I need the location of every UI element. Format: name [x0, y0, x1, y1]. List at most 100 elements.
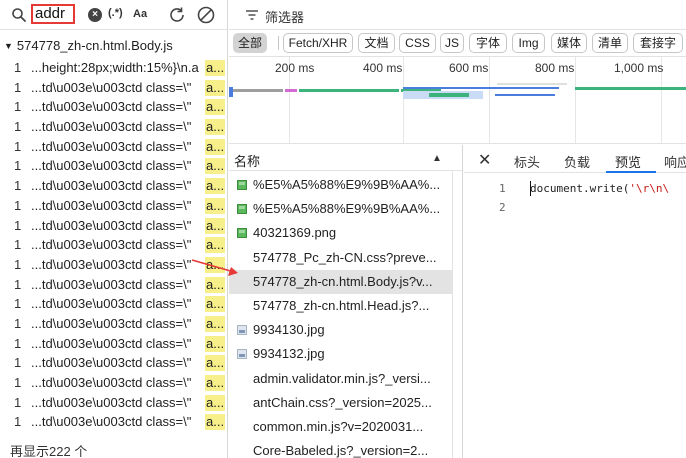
- chip-divider: [278, 36, 279, 50]
- search-result-row[interactable]: 1 ...td\u003e\u003ctd class=\" a...: [0, 216, 227, 236]
- request-row[interactable]: 9934130.jpg: [229, 318, 453, 342]
- waterfall-bar: [403, 87, 493, 89]
- filter-chip[interactable]: CSS: [399, 33, 436, 53]
- preview-code[interactable]: 1 document.write('\r\n\ 2: [464, 179, 686, 217]
- request-list: %E5%A5%88%E9%9B%AA%... %E5%A5%88%E9%9B%AA…: [229, 173, 453, 458]
- filter-chip[interactable]: 媒体: [551, 33, 587, 53]
- network-overview-timeline[interactable]: 200 ms 400 ms 600 ms 800 ms 1,000 ms: [229, 56, 686, 144]
- result-snippet: ...td\u003e\u003ctd class=\": [31, 335, 192, 351]
- search-result-row[interactable]: 1 ...td\u003e\u003ctd class=\" a...: [0, 176, 227, 196]
- active-tab-indicator: [606, 171, 656, 173]
- close-icon[interactable]: ✕: [478, 150, 491, 170]
- search-result-row[interactable]: 1 ...td\u003e\u003ctd class=\" a...: [0, 353, 227, 373]
- search-result-row[interactable]: 1 ...height:28px;width:15%}\n.a a...: [0, 58, 227, 78]
- search-result-row[interactable]: 1 ...td\u003e\u003ctd class=\" a...: [0, 196, 227, 216]
- search-result-row[interactable]: 1 ...td\u003e\u003ctd class=\" a...: [0, 97, 227, 117]
- request-row[interactable]: Core-Babeled.js?_version=2...: [229, 439, 453, 458]
- image-icon: [237, 180, 247, 190]
- tab-response[interactable]: 响应: [664, 152, 686, 171]
- result-match-highlight: a...: [205, 394, 225, 411]
- result-match-highlight: a...: [205, 335, 225, 352]
- result-match-highlight: a...: [205, 256, 225, 273]
- text-caret: [530, 181, 531, 196]
- request-name: 9934132.jpg: [253, 346, 325, 362]
- request-row[interactable]: 9934132.jpg: [229, 342, 453, 366]
- filter-chip[interactable]: 字体: [469, 33, 507, 53]
- waterfall-bar: [429, 93, 469, 97]
- search-result-row[interactable]: 1 ...td\u003e\u003ctd class=\" a...: [0, 156, 227, 176]
- result-line-number: 1: [14, 375, 22, 390]
- request-row[interactable]: 574778_Pc_zh-CN.css?preve...: [229, 246, 453, 270]
- request-row[interactable]: 574778_zh-cn.html.Body.js?v...: [229, 269, 453, 294]
- request-list-header: 名称 ▲: [229, 145, 462, 171]
- tab-headers[interactable]: 标头: [514, 152, 540, 171]
- filter-chip[interactable]: 清单: [592, 33, 628, 53]
- refresh-icon[interactable]: [167, 5, 187, 25]
- result-snippet: ...td\u003e\u003ctd class=\": [31, 276, 192, 292]
- search-result-row[interactable]: 1 ...td\u003e\u003ctd class=\" a...: [0, 412, 227, 432]
- waterfall-bar: [495, 94, 555, 96]
- request-list-pane: 名称 ▲ %E5%A5%88%E9%9B%AA%... %E5%A5%88%E9%…: [229, 145, 463, 458]
- search-input[interactable]: addr: [31, 4, 75, 24]
- request-row[interactable]: 40321369.png: [229, 221, 453, 245]
- line-number: 2: [499, 201, 506, 214]
- code-text: document.write('\r\n\: [530, 182, 670, 195]
- result-snippet: ...td\u003e\u003ctd class=\": [31, 178, 192, 194]
- match-case-button[interactable]: Aa: [133, 8, 147, 20]
- request-name: 9934130.jpg: [253, 322, 325, 338]
- request-row[interactable]: antChain.css?_version=2025...: [229, 391, 453, 415]
- tab-preview[interactable]: 预览: [615, 152, 641, 171]
- result-snippet: ...td\u003e\u003ctd class=\": [31, 296, 192, 312]
- search-result-row[interactable]: 1 ...td\u003e\u003ctd class=\" a...: [0, 137, 227, 157]
- request-detail-pane: ✕ 标头 负载 预览 响应 1 document.write('\r\n\ 2: [464, 145, 686, 458]
- filter-chip[interactable]: Img: [512, 33, 545, 53]
- request-row[interactable]: 574778_zh-cn.html.Head.js?...: [229, 294, 453, 318]
- result-match-highlight: a...: [205, 138, 225, 155]
- search-result-row[interactable]: 1 ...td\u003e\u003ctd class=\" a...: [0, 117, 227, 137]
- search-results-list: 1 ...height:28px;width:15%}\n.a a... 1 ...td…: [0, 58, 227, 432]
- search-result-row[interactable]: 1 ...td\u003e\u003ctd class=\" a...: [0, 314, 227, 334]
- sort-ascending-icon[interactable]: ▲: [432, 153, 442, 164]
- request-row[interactable]: %E5%A5%88%E9%9B%AA%...: [229, 197, 453, 221]
- request-row[interactable]: common.min.js?v=2020031...: [229, 415, 453, 439]
- image-icon: [237, 204, 247, 215]
- show-more-results[interactable]: 再显示222 个: [10, 441, 87, 458]
- search-result-row[interactable]: 1 ...td\u003e\u003ctd class=\" a...: [0, 255, 227, 275]
- result-match-highlight: a...: [205, 79, 225, 96]
- result-match-highlight: a...: [205, 99, 225, 116]
- clear-results-icon[interactable]: [196, 5, 216, 25]
- tab-payload[interactable]: 负载: [564, 152, 590, 171]
- result-line-number: 1: [14, 394, 22, 410]
- request-row[interactable]: admin.validator.min.js?_versi...: [229, 367, 453, 391]
- request-row[interactable]: %E5%A5%88%E9%9B%AA%...: [229, 173, 453, 197]
- result-snippet: ...td\u003e\u003ctd class=\": [31, 256, 192, 272]
- clear-search-icon[interactable]: ×: [88, 8, 102, 22]
- search-result-row[interactable]: 1 ...td\u003e\u003ctd class=\" a...: [0, 373, 227, 393]
- search-result-row[interactable]: 1 ...td\u003e\u003ctd class=\" a...: [0, 235, 227, 255]
- timeline-tick: 200 ms: [275, 61, 315, 75]
- search-icon: [12, 8, 26, 22]
- expand-triangle-icon[interactable]: ▼: [4, 41, 13, 51]
- filter-chip[interactable]: 全部: [233, 33, 267, 53]
- search-result-row[interactable]: 1 ...td\u003e\u003ctd class=\" a...: [0, 334, 227, 354]
- search-result-row[interactable]: 1 ...td\u003e\u003ctd class=\" a...: [0, 393, 227, 413]
- request-name: 574778_zh-cn.html.Head.js?...: [253, 297, 430, 313]
- filter-chip[interactable]: 套接字: [633, 33, 683, 53]
- filter-chip[interactable]: JS: [440, 33, 464, 53]
- result-match-highlight: a...: [205, 355, 225, 372]
- regex-toggle-button[interactable]: (.*): [108, 7, 123, 19]
- search-result-row[interactable]: 1 ...td\u003e\u003ctd class=\" a...: [0, 294, 227, 314]
- result-line-number: 1: [14, 79, 22, 95]
- filter-chip[interactable]: 文档: [358, 33, 395, 53]
- result-match-highlight: a...: [205, 197, 225, 214]
- search-result-file[interactable]: ▼ 574778_zh-cn.html.Body.js: [4, 38, 173, 53]
- result-line-number: 1: [14, 355, 22, 371]
- column-header-name[interactable]: 名称: [234, 151, 260, 170]
- result-snippet: ...td\u003e\u003ctd class=\": [31, 315, 192, 331]
- filter-input[interactable]: 筛选器: [265, 7, 304, 26]
- search-panel: addr × (.*) Aa ▼ 574778_zh-cn.html.Body.j…: [0, 0, 228, 458]
- search-result-row[interactable]: 1 ...td\u003e\u003ctd class=\" a...: [0, 275, 227, 295]
- request-name: 40321369.png: [253, 225, 337, 241]
- filter-chip[interactable]: Fetch/XHR: [283, 33, 353, 53]
- search-result-row[interactable]: 1 ...td\u003e\u003ctd class=\" a...: [0, 78, 227, 98]
